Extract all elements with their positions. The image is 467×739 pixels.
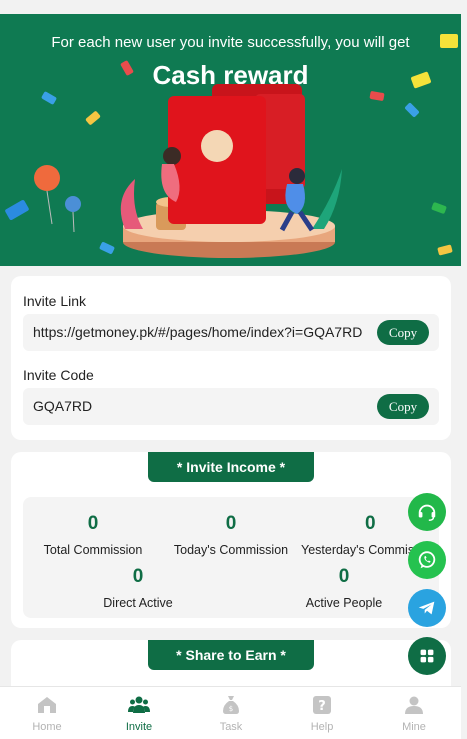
bottom-tab-bar: Home Invite $ Task ? Help Mine xyxy=(0,686,461,739)
tab-mine[interactable]: Mine xyxy=(384,693,444,733)
svg-text:?: ? xyxy=(318,699,326,714)
invite-code-value: GQA7RD xyxy=(33,398,93,414)
share-to-earn-title: * Share to Earn * xyxy=(148,640,314,670)
red-envelope-illustration xyxy=(34,84,342,258)
stat-label: Today's Commission xyxy=(173,543,289,557)
menu-button[interactable] xyxy=(408,637,446,675)
invite-link-field: https://getmoney.pk/#/pages/home/index?i… xyxy=(23,314,439,351)
whatsapp-icon xyxy=(418,551,436,569)
tab-task[interactable]: $ Task xyxy=(201,693,261,733)
stat-todays-commission: 0 Today's Commission xyxy=(169,513,293,557)
stat-label: Direct Active xyxy=(103,596,173,610)
stat-label: Total Commission xyxy=(43,543,143,557)
invite-card: Invite Link https://getmoney.pk/#/pages/… xyxy=(11,276,451,440)
invite-link-label: Invite Link xyxy=(23,293,87,309)
people-icon xyxy=(128,696,150,713)
invite-link-value: https://getmoney.pk/#/pages/home/index?i… xyxy=(33,324,363,340)
cash-reward-banner: For each new user you invite successfull… xyxy=(0,14,461,266)
tab-label: Mine xyxy=(402,721,426,733)
invite-code-field: GQA7RD Copy xyxy=(23,388,439,425)
invite-income-title: * Invite Income * xyxy=(148,452,314,482)
stat-direct-active: 0 Direct Active xyxy=(83,566,193,610)
tab-label: Help xyxy=(310,721,334,733)
help-icon: ? xyxy=(313,696,331,714)
invite-code-label: Invite Code xyxy=(23,367,94,383)
tab-label: Invite xyxy=(125,721,153,733)
support-button[interactable] xyxy=(408,493,446,531)
stat-value: 0 xyxy=(132,566,144,587)
tab-invite[interactable]: Invite xyxy=(109,693,169,733)
stat-label: Active People xyxy=(305,596,383,610)
stat-value: 0 xyxy=(225,513,237,534)
invite-income-card: * Invite Income * 0 Total Commission 0 T… xyxy=(11,452,451,628)
stat-value: 0 xyxy=(87,513,99,534)
telegram-icon xyxy=(418,601,435,615)
stat-active-people: 0 Active People xyxy=(289,566,399,610)
home-icon xyxy=(38,697,56,713)
tab-home[interactable]: Home xyxy=(17,693,77,733)
telegram-button[interactable] xyxy=(408,589,446,627)
copy-code-button[interactable]: Copy xyxy=(377,394,429,419)
grid-icon xyxy=(420,649,434,663)
headset-icon xyxy=(418,504,436,521)
tab-label: Home xyxy=(32,721,62,733)
stat-total-commission: 0 Total Commission xyxy=(35,513,151,557)
tab-help[interactable]: ? Help xyxy=(292,693,352,733)
stat-value: 0 xyxy=(338,566,350,587)
user-icon xyxy=(405,696,423,714)
tab-label: Task xyxy=(219,721,243,733)
income-stats: 0 Total Commission 0 Today's Commission … xyxy=(23,497,439,618)
copy-link-button[interactable]: Copy xyxy=(377,320,429,345)
money-bag-icon: $ xyxy=(223,696,239,714)
svg-text:$: $ xyxy=(229,705,233,713)
whatsapp-button[interactable] xyxy=(408,541,446,579)
